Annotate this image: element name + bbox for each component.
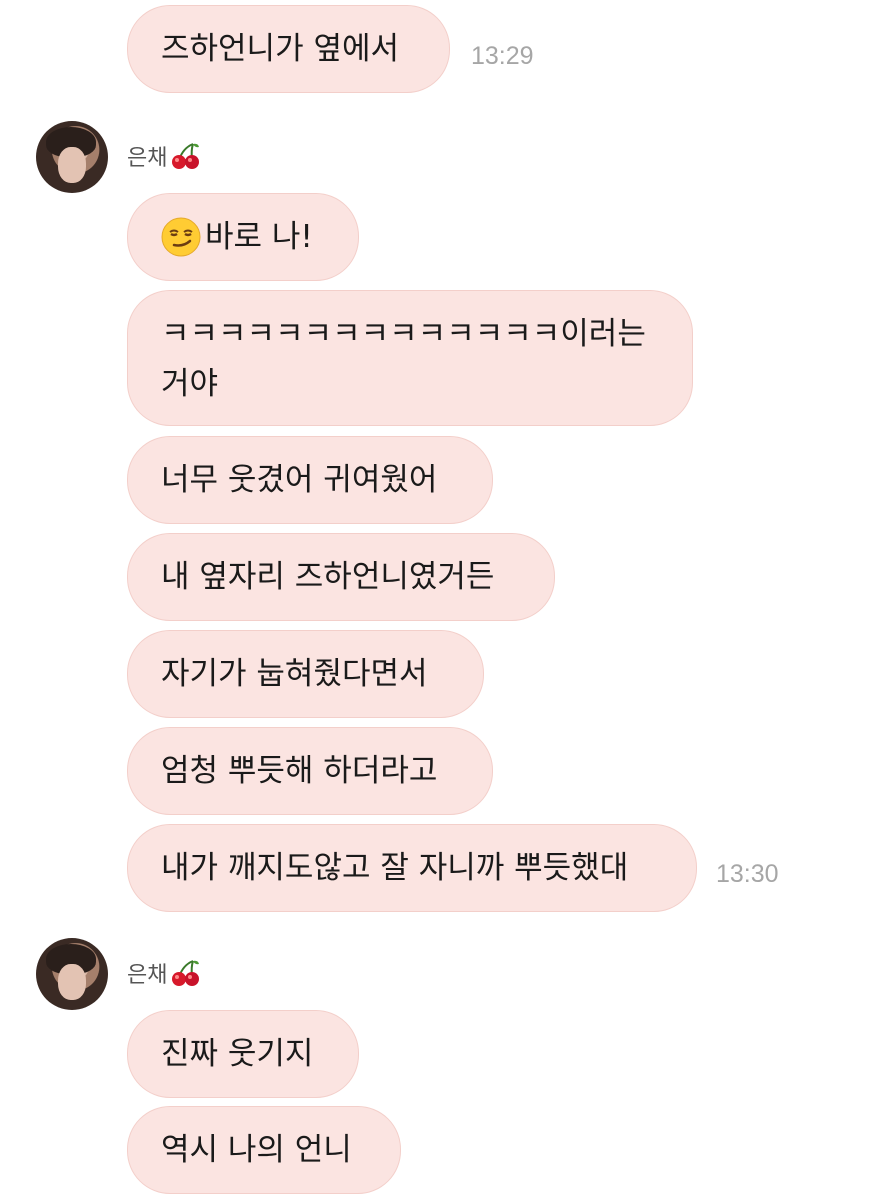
message-text: 바로 나! (205, 219, 313, 255)
message-text: 내 옆자리 즈하언니였거든 (161, 559, 495, 595)
message-text: 내가 깨지도않고 잘 자니까 뿌듯했대 (161, 850, 629, 886)
avatar[interactable] (36, 121, 108, 193)
sender-name: 은채 (127, 957, 201, 989)
smirking-face-icon (161, 217, 201, 257)
message-text: 너무 웃겼어 귀여웠어 (161, 462, 438, 498)
message-bubble[interactable]: 내 옆자리 즈하언니였거든 (127, 533, 555, 621)
sender-name: 은채 (127, 140, 201, 172)
message-text: 엄청 뿌듯해 하더라고 (161, 753, 438, 789)
message-bubble[interactable]: 바로 나! (127, 193, 359, 281)
message-bubble[interactable]: 엄청 뿌듯해 하더라고 (127, 727, 493, 815)
message-bubble[interactable]: 즈하언니가 옆에서 (127, 5, 450, 93)
cherry-icon (172, 960, 200, 986)
timestamp: 13:30 (716, 860, 779, 888)
avatar[interactable] (36, 938, 108, 1010)
sender-name-label: 은채 (127, 145, 168, 170)
message-text: 진짜 웃기지 (161, 1036, 314, 1072)
message-bubble[interactable]: 역시 나의 언니 (127, 1106, 401, 1194)
timestamp: 13:29 (471, 42, 534, 70)
message-text: ㅋㅋㅋㅋㅋㅋㅋㅋㅋㅋㅋㅋㅋㅋ이러는거야 (161, 316, 646, 402)
message-text: 자기가 눕혀줬다면서 (161, 656, 428, 692)
message-text: 역시 나의 언니 (161, 1132, 352, 1168)
message-bubble[interactable]: 내가 깨지도않고 잘 자니까 뿌듯했대 (127, 824, 697, 912)
sender-name-label: 은채 (127, 962, 168, 987)
message-bubble[interactable]: 너무 웃겼어 귀여웠어 (127, 436, 493, 524)
message-bubble[interactable]: ㅋㅋㅋㅋㅋㅋㅋㅋㅋㅋㅋㅋㅋㅋ이러는거야 (127, 290, 693, 426)
message-bubble[interactable]: 진짜 웃기지 (127, 1010, 359, 1098)
message-bubble[interactable]: 자기가 눕혀줬다면서 (127, 630, 484, 718)
message-text: 즈하언니가 옆에서 (161, 31, 400, 67)
cherry-icon (172, 143, 200, 169)
